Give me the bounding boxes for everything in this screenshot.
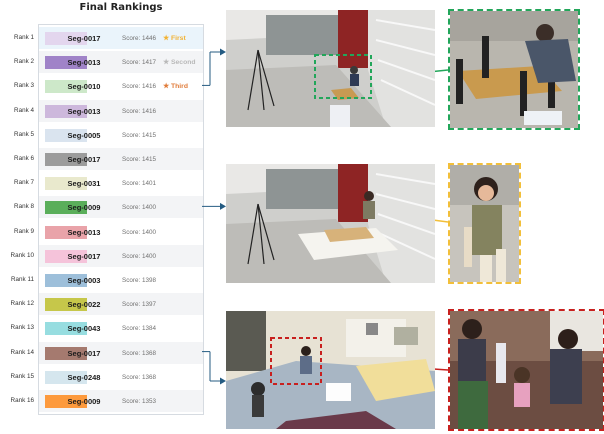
rank-label: Rank 7 <box>14 179 34 187</box>
medal-badge: ★ Third <box>163 83 188 91</box>
segment-id: Seg-0009 <box>67 397 101 406</box>
ranking-row: Seg-0003 Score: 1398 <box>39 269 203 291</box>
medal-badge: ★ Second <box>163 59 196 67</box>
segment-score: Score: 1368 <box>122 373 156 381</box>
segment-score: Score: 1415 <box>122 131 156 139</box>
segment-id: Seg-0010 <box>67 82 101 92</box>
segment-score: Score: 1400 <box>122 228 156 236</box>
ranking-row: Seg-0009 Score: 1400 <box>39 196 203 219</box>
segment-score: Score: 1397 <box>122 301 156 309</box>
ranking-row: Seg-0013 Score: 1417 ★ Second <box>39 51 203 74</box>
segment-score: Score: 1368 <box>122 349 156 357</box>
segment-score: Score: 1415 <box>122 156 156 163</box>
rank-label: Rank 8 <box>14 203 34 211</box>
segment-id: Seg-0003 <box>67 276 101 285</box>
medal-badge: ★ First <box>163 35 186 42</box>
scene-2-zoom <box>448 163 521 284</box>
segment-score: Score: 1353 <box>122 398 156 405</box>
scene-1-zoom <box>448 9 580 130</box>
ranking-row: Seg-0043 Score: 1384 <box>39 317 203 339</box>
rank-label: Rank 14 <box>10 348 34 356</box>
rank-label: Rank 4 <box>14 106 34 114</box>
ranking-row: Seg-0009 Score: 1353 <box>39 390 203 412</box>
ranking-row: Seg-0248 Score: 1368 <box>39 366 203 388</box>
ranking-row: Seg-0022 Score: 1397 <box>39 293 203 316</box>
segment-id: Seg-0005 <box>67 130 101 140</box>
segment-id: Seg-0017 <box>67 155 101 164</box>
segment-id: Seg-0022 <box>67 300 101 310</box>
segment-id: Seg-0017 <box>67 348 101 358</box>
segment-id: Seg-0031 <box>67 179 101 189</box>
rank-label: Rank 16 <box>10 397 34 404</box>
rank-label: Rank 1 <box>14 34 34 41</box>
segment-score: Score: 1417 <box>122 59 156 67</box>
rank-label: Rank 10 <box>10 251 34 259</box>
rank-label: Rank 3 <box>14 82 34 90</box>
segment-score: Score: 1416 <box>122 107 156 115</box>
ranking-row: Seg-0005 Score: 1415 <box>39 124 203 146</box>
rank-label: Rank 5 <box>14 130 34 138</box>
rank-label: Rank 15 <box>10 372 34 380</box>
scene-3-zoom <box>448 309 604 431</box>
ranking-row: Seg-0017 Score: 1400 <box>39 244 203 267</box>
segment-score: Score: 1400 <box>122 252 156 260</box>
rankings-panel: Seg-0017 Score: 1446 ★ First Seg-0013 Score:… <box>38 24 204 415</box>
segment-id: Seg-0017 <box>67 34 101 43</box>
ranking-row: Seg-0013 Score: 1400 <box>39 221 203 243</box>
segment-score: Score: 1446 <box>122 35 156 42</box>
segment-score: Score: 1398 <box>122 277 156 284</box>
ranking-row: Seg-0013 Score: 1416 <box>39 99 203 122</box>
rank-label: Rank 2 <box>14 58 34 66</box>
ranking-row: Seg-0031 Score: 1401 <box>39 172 203 194</box>
rank-label: Rank 6 <box>14 155 34 162</box>
rank-label: Rank 13 <box>10 324 34 332</box>
segment-score: Score: 1384 <box>122 325 156 333</box>
segment-id: Seg-0013 <box>67 227 101 237</box>
segment-score: Score: 1401 <box>122 180 156 188</box>
scene-1-image <box>226 10 435 127</box>
ranking-row: Seg-0017 Score: 1368 <box>39 341 203 364</box>
ranking-row: Seg-0017 Score: 1415 <box>39 148 203 170</box>
ranking-row: Seg-0017 Score: 1446 ★ First <box>39 27 203 49</box>
ranking-row: Seg-0010 Score: 1416 ★ Third <box>39 75 203 97</box>
segment-id: Seg-0013 <box>67 58 101 68</box>
segment-id: Seg-0013 <box>67 106 101 116</box>
rank-label: Rank 9 <box>14 227 34 235</box>
scene-3-image <box>226 311 435 429</box>
segment-id: Seg-0043 <box>67 324 101 334</box>
segment-id: Seg-0017 <box>67 251 101 261</box>
segment-score: Score: 1400 <box>122 204 156 212</box>
segment-id: Seg-0009 <box>67 203 101 213</box>
segment-id: Seg-0248 <box>67 372 101 382</box>
rank-label: Rank 12 <box>10 300 34 308</box>
rankings-title: Final Rankings <box>79 2 163 13</box>
rank-label: Rank 11 <box>11 276 34 283</box>
scene-2-image <box>226 164 435 283</box>
segment-score: Score: 1416 <box>122 83 156 91</box>
